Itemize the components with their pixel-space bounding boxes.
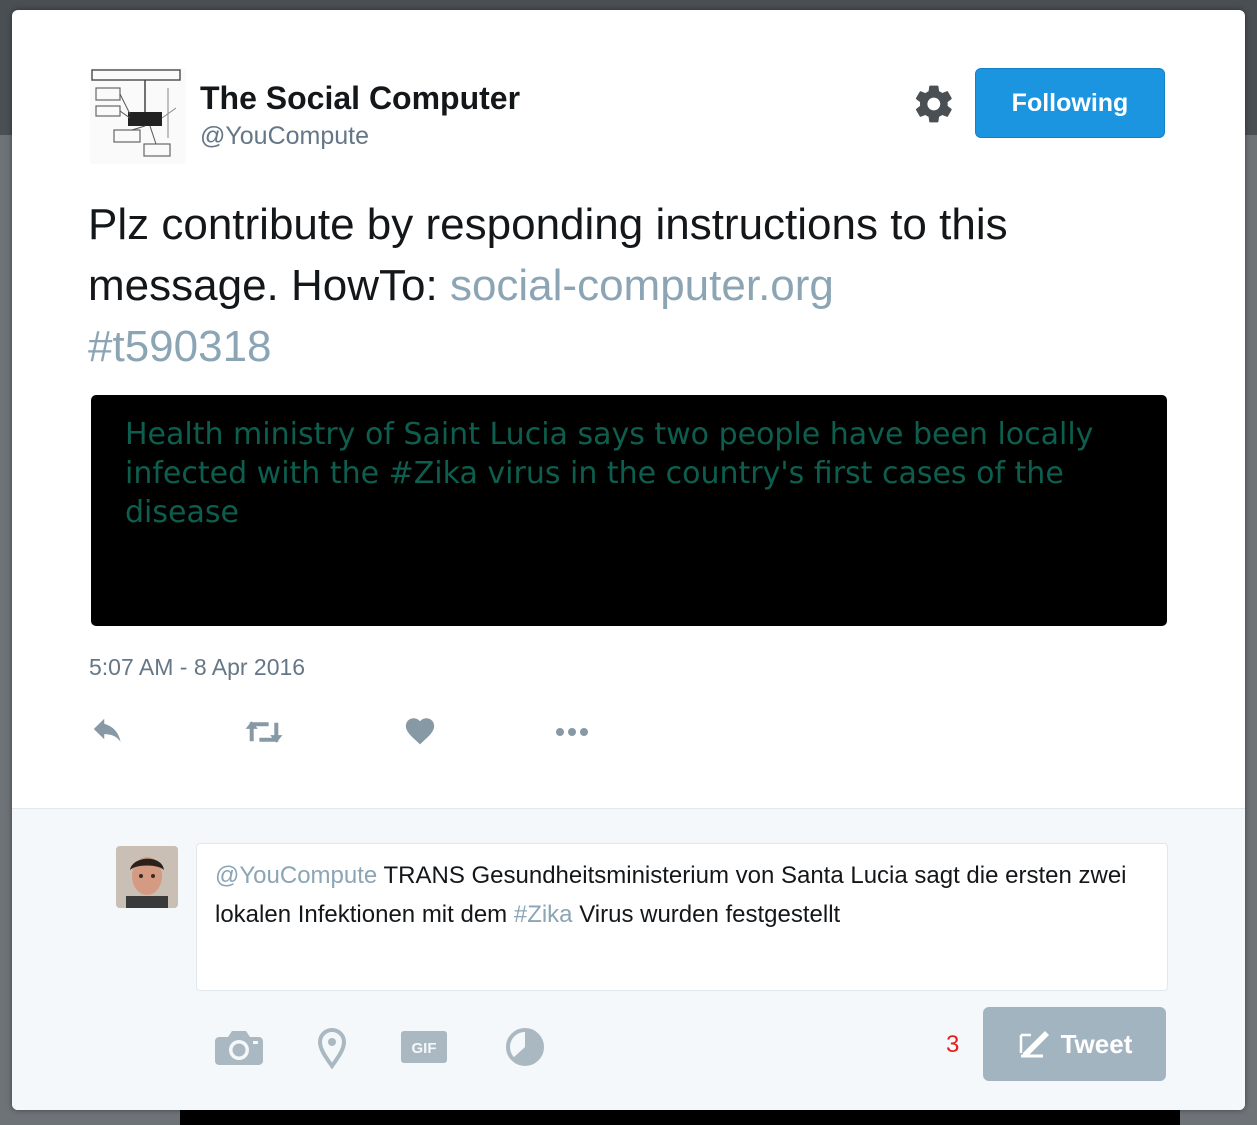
tweet-dialog: The Social Computer @YouCompute Followin…: [12, 10, 1245, 1110]
user-handle[interactable]: @YouCompute: [200, 122, 369, 151]
composer-text[interactable]: @YouCompute TRANS Gesundheitsministerium…: [215, 856, 1145, 934]
character-count: 3: [946, 1031, 960, 1058]
gear-icon[interactable]: [912, 82, 956, 126]
reply-avatar: [116, 846, 178, 908]
profile-avatar[interactable]: [90, 68, 186, 164]
camera-icon[interactable]: [215, 1027, 263, 1067]
tweet-hashtag[interactable]: #t590318: [88, 322, 272, 371]
tweet-button[interactable]: Tweet: [983, 1007, 1166, 1081]
gif-icon[interactable]: GIF: [400, 1027, 448, 1067]
media-text: Health ministry of Saint Lucia says two …: [125, 417, 1094, 530]
retweet-icon[interactable]: [244, 714, 288, 750]
compose-feather-icon: [1019, 1031, 1049, 1058]
following-button[interactable]: Following: [975, 68, 1165, 138]
diagram-avatar-icon: [91, 69, 181, 157]
reply-area: @YouCompute TRANS Gesundheitsministerium…: [12, 808, 1245, 1110]
reply-icon[interactable]: [90, 714, 134, 750]
tweet-timestamp[interactable]: 5:07 AM - 8 Apr 2016: [89, 654, 305, 681]
like-icon[interactable]: [403, 714, 447, 750]
display-name[interactable]: The Social Computer: [200, 80, 520, 117]
tweet-text: Plz contribute by responding instruction…: [88, 194, 1178, 377]
reply-body-end: Virus wurden festgestellt: [579, 901, 841, 928]
svg-text:GIF: GIF: [412, 1040, 437, 1057]
media-card[interactable]: Health ministry of Saint Lucia says two …: [91, 395, 1167, 626]
reply-composer[interactable]: @YouCompute TRANS Gesundheitsministerium…: [196, 843, 1168, 991]
reply-mention: @YouCompute: [215, 862, 378, 889]
location-icon[interactable]: [317, 1027, 347, 1070]
backdrop-bottom: [180, 1108, 1180, 1125]
tweet-button-label: Tweet: [1060, 1028, 1133, 1059]
more-icon[interactable]: [552, 714, 596, 750]
user-face-icon: [116, 846, 178, 908]
poll-icon[interactable]: [505, 1027, 545, 1067]
reply-hashtag: #Zika: [513, 901, 573, 928]
tweet-link[interactable]: social-computer.org: [450, 261, 834, 310]
